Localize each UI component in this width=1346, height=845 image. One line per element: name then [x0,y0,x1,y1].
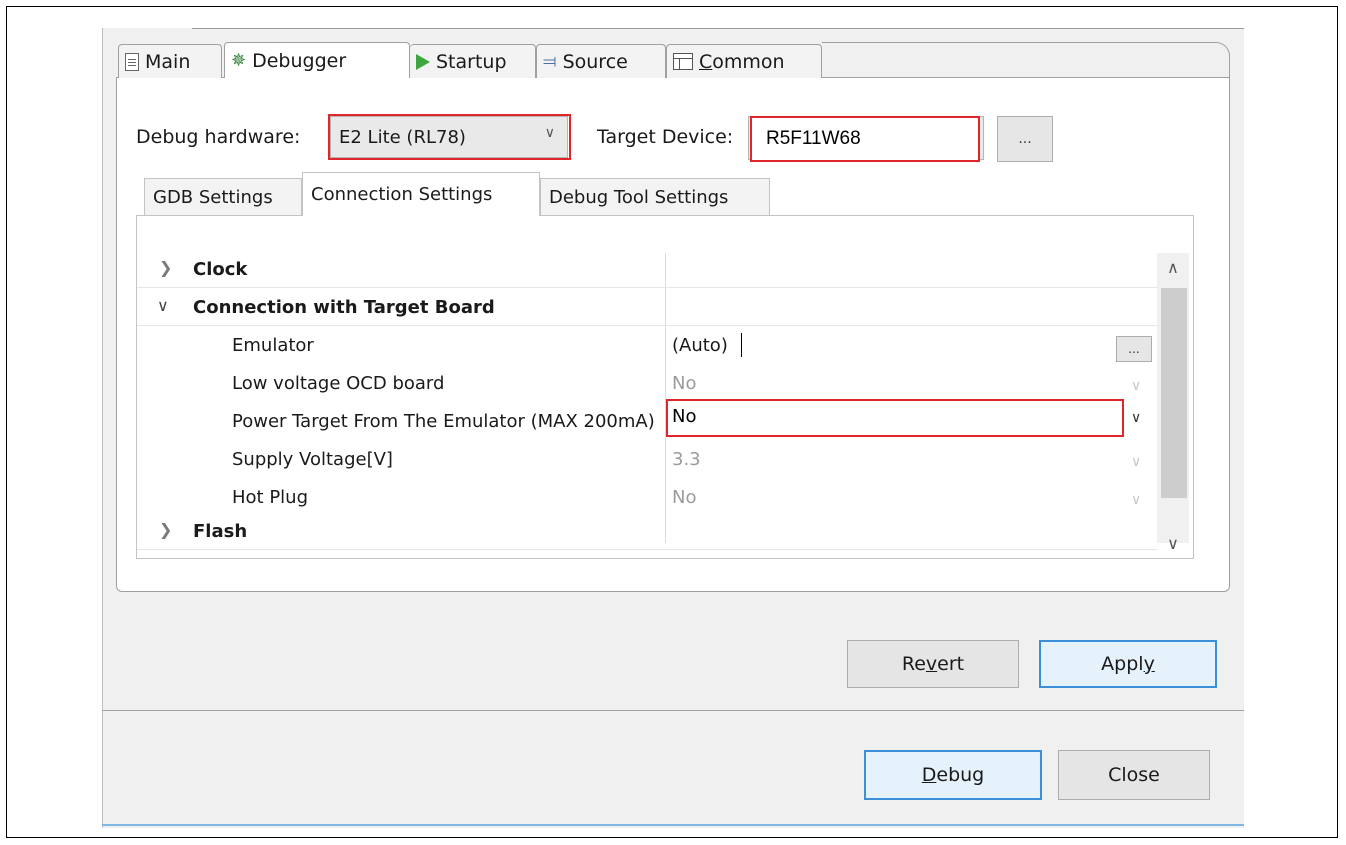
low-voltage-value: No [672,373,697,394]
tab-connection-settings[interactable]: Connection Settings [302,172,540,216]
debug-label: ebug [936,764,985,786]
emulator-browse-label: ... [1128,342,1140,356]
bug-icon: ✵ [231,50,247,71]
tab-source-label: Source [562,50,628,73]
source-icon: ⫤ [543,51,557,72]
tree-row-supply-voltage[interactable]: Supply Voltage[V] [230,441,664,479]
emulator-value[interactable]: (Auto) [672,335,728,356]
supply-voltage-value: 3.3 [672,449,701,470]
revert-label-b: ert [937,653,965,675]
chevron-right-icon[interactable]: ❯ [159,520,172,539]
target-device-browse-button[interactable]: ... [997,116,1053,162]
tab-main-label: Main [145,50,191,73]
power-target-highlight [666,399,1124,437]
browse-button-label: ... [1018,131,1032,147]
revert-mnemonic: v [925,653,938,675]
close-button[interactable]: Close [1058,750,1210,800]
tab-gdb-settings[interactable]: GDB Settings [144,178,302,216]
target-device-highlight [750,116,980,162]
tab-gdb-settings-label: GDB Settings [153,187,273,208]
debug-button[interactable]: Debug [864,750,1042,800]
tab-debugger[interactable]: ✵ Debugger [224,42,410,78]
tab-debug-tool-settings-label: Debug Tool Settings [549,187,729,208]
scroll-up-icon[interactable]: ∧ [1161,258,1185,277]
debug-hardware-label: Debug hardware: [136,126,301,148]
tree-row-connection-label: Connection with Target Board [193,297,495,318]
revert-label-a: Re [901,653,926,675]
tree-row-power-target[interactable]: Power Target From The Emulator (MAX 200m… [230,403,664,441]
tree-row-hot-plug-label: Hot Plug [232,487,309,508]
tree-row-low-voltage-label: Low voltage OCD board [232,373,445,394]
tree-row-emulator[interactable]: Emulator [230,327,664,365]
tab-debug-tool-settings[interactable]: Debug Tool Settings [540,178,770,216]
tab-common-label-rest: ommon [712,50,785,73]
chevron-right-icon[interactable]: ❯ [159,258,172,277]
dialog-left-border [102,28,103,828]
tree-row-flash-label: Flash [193,521,248,542]
document-icon [125,52,139,71]
debug-hardware-highlight [328,114,571,160]
tree-row-flash[interactable]: ❯ Flash [137,513,1158,551]
hot-plug-value: No [672,487,697,508]
text-cursor [741,333,742,357]
dialog-separator [102,710,1244,711]
tab-debugger-label: Debugger [252,49,347,72]
tab-common-mnemonic: C [699,50,713,73]
tab-startup[interactable]: Startup [410,44,536,78]
dialog-bottom-border [102,824,1244,826]
tree-row-supply-voltage-label: Supply Voltage[V] [232,449,393,470]
emulator-browse-button[interactable]: ... [1116,336,1152,362]
apply-mnemonic: y [1143,653,1155,675]
chevron-down-icon[interactable]: ∨ [157,296,169,315]
tab-startup-label: Startup [436,50,507,73]
tree-row-low-voltage[interactable]: Low voltage OCD board [230,365,664,403]
dialog-top-border [192,28,1244,29]
tab-main[interactable]: Main [118,44,222,78]
revert-button[interactable]: Re v ert [847,640,1019,688]
chevron-down-icon: ∨ [1131,378,1142,394]
tab-common-label: Common [699,51,785,73]
tree-row-power-target-label: Power Target From The Emulator (MAX 200m… [232,411,655,432]
apply-label-a: Appl [1101,653,1144,675]
tree-row-clock[interactable]: ❯ Clock [137,251,1158,289]
chevron-down-icon: ∨ [1131,492,1142,508]
scrollbar-thumb[interactable] [1161,288,1187,498]
close-label: Close [1108,764,1160,786]
tab-source[interactable]: ⫤ Source [536,44,666,78]
scroll-down-icon[interactable]: ∨ [1161,534,1185,553]
tree-row-emulator-label: Emulator [232,335,314,356]
tab-connection-settings-label: Connection Settings [311,184,493,205]
apply-button[interactable]: Appl y [1039,640,1217,688]
tree-row-connection[interactable]: ∨ Connection with Target Board [137,289,1158,327]
chevron-down-icon: ∨ [1131,454,1142,470]
play-icon [416,53,430,70]
tab-common[interactable]: Common [666,44,822,78]
tab-strip-top [822,42,1192,43]
tree-row-hot-plug[interactable]: Hot Plug [230,479,664,517]
tab-strip-corner [1192,42,1230,78]
chevron-down-icon[interactable]: ∨ [1131,410,1141,426]
debug-mnemonic: D [921,764,937,786]
tree-row-clock-label: Clock [193,259,248,280]
table-icon [673,53,693,70]
target-device-label: Target Device: [597,126,734,148]
